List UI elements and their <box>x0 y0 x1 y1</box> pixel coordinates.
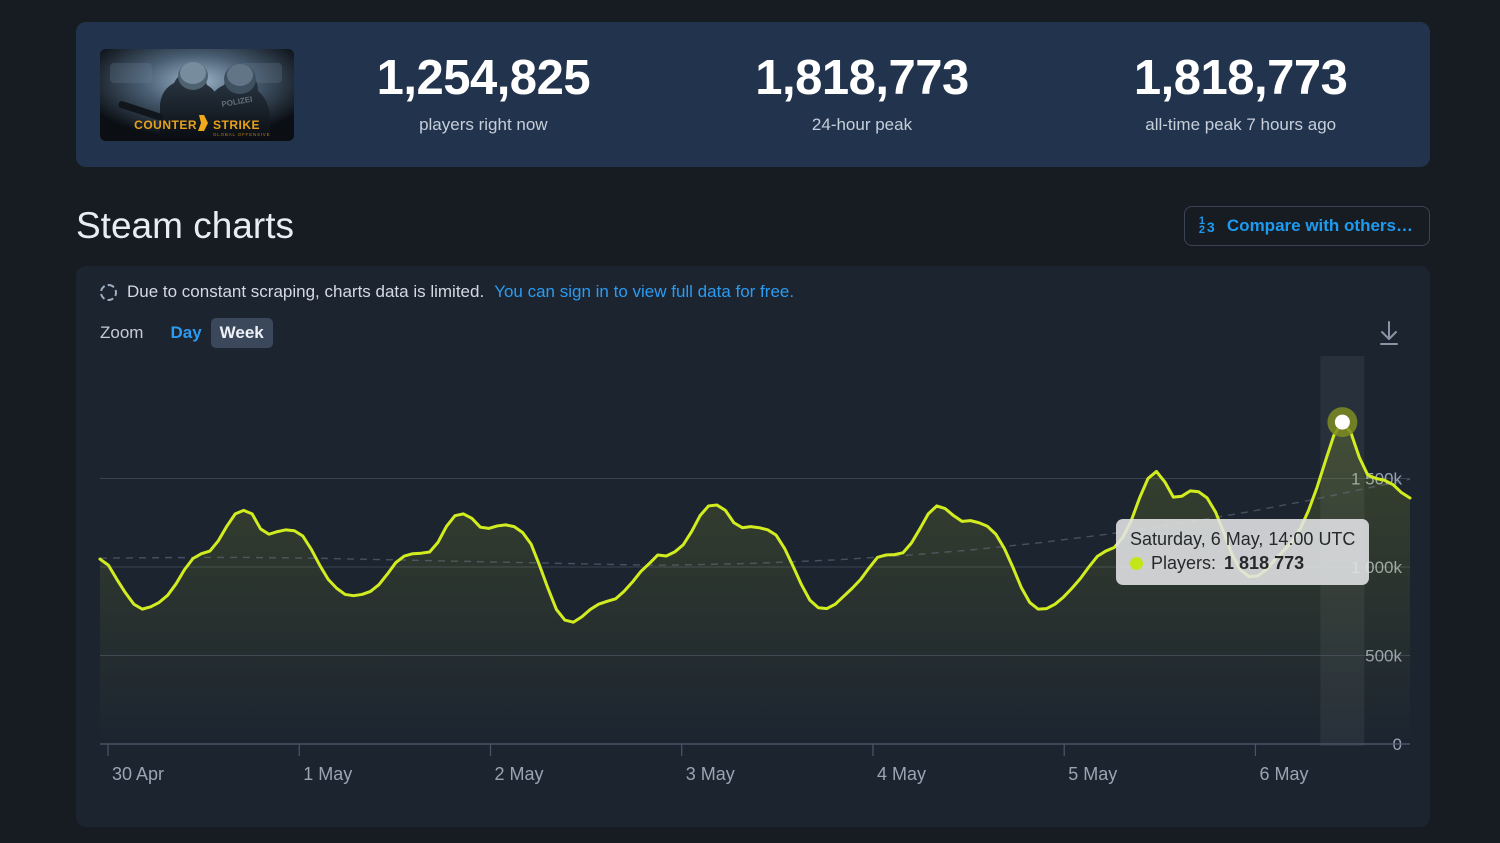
sign-in-link[interactable]: You can sign in to view full data for fr… <box>494 282 794 302</box>
stat-label: 24-hour peak <box>673 115 1052 135</box>
game-thumbnail[interactable]: POLIZEI COUNTER STRIKE GLOBAL OFFENSIVE <box>100 49 294 141</box>
zoom-option-week[interactable]: Week <box>211 318 273 348</box>
x-axis-tick-label: 5 May <box>1068 764 1117 784</box>
thumbnail-logo-strike: STRIKE <box>213 118 260 132</box>
x-axis-tick-label: 1 May <box>303 764 352 784</box>
stat-label: all-time peak 7 hours ago <box>1051 115 1430 135</box>
steam-charts-page: POLIZEI COUNTER STRIKE GLOBAL OFFENSIVE … <box>0 0 1500 843</box>
x-axis-tick-label: 3 May <box>686 764 735 784</box>
section-header: Steam charts 1 2 3 Compare with others… <box>76 198 1430 254</box>
compare-with-others-button[interactable]: 1 2 3 Compare with others… <box>1184 206 1430 246</box>
stat-value: 1,254,825 <box>294 54 673 103</box>
download-glyph <box>1376 319 1402 347</box>
rank-icon-digit-two: 2 <box>1199 225 1205 236</box>
stat-label: players right now <box>294 115 673 135</box>
rank-icon-digit-three: 3 <box>1207 220 1215 234</box>
rank-123-icon: 1 2 3 <box>1199 217 1219 235</box>
thumbnail-logo-sub: GLOBAL OFFENSIVE <box>213 132 270 137</box>
stat-all-time-peak: 1,818,773 all-time peak 7 hours ago <box>1051 54 1430 135</box>
chart-area-fill <box>100 422 1410 744</box>
peak-marker-dot <box>1335 415 1350 430</box>
page-title: Steam charts <box>76 205 294 247</box>
stat-value: 1,818,773 <box>673 54 1052 103</box>
compare-button-label: Compare with others… <box>1227 216 1413 236</box>
game-thumbnail-art: POLIZEI COUNTER STRIKE GLOBAL OFFENSIVE <box>100 49 294 141</box>
dashed-circle-icon <box>100 284 117 301</box>
chart-card: Due to constant scraping, charts data is… <box>76 266 1430 827</box>
stat-24-hour-peak: 1,818,773 24-hour peak <box>673 54 1052 135</box>
players-over-time-chart[interactable]: 0500k1 000k1 500k30 Apr1 May2 May3 May4 … <box>76 356 1430 796</box>
stat-value: 1,818,773 <box>1051 54 1430 103</box>
zoom-label: Zoom <box>100 323 143 343</box>
chart-plot-area[interactable]: 0500k1 000k1 500k30 Apr1 May2 May3 May4 … <box>76 356 1430 796</box>
notice-text: Due to constant scraping, charts data is… <box>127 282 484 302</box>
x-axis-tick-label: 2 May <box>494 764 543 784</box>
download-icon[interactable] <box>1372 316 1406 350</box>
game-stats-card: POLIZEI COUNTER STRIKE GLOBAL OFFENSIVE … <box>76 22 1430 167</box>
x-axis-tick-label: 30 Apr <box>112 764 164 784</box>
thumbnail-logo-counter: COUNTER <box>134 118 197 132</box>
x-axis-tick-label: 6 May <box>1259 764 1308 784</box>
x-axis-tick-label: 4 May <box>877 764 926 784</box>
stat-players-now: 1,254,825 players right now <box>294 54 673 135</box>
zoom-option-day[interactable]: Day <box>161 318 210 348</box>
scraping-notice: Due to constant scraping, charts data is… <box>76 266 1430 302</box>
zoom-controls: Zoom Day Week <box>76 302 1430 348</box>
